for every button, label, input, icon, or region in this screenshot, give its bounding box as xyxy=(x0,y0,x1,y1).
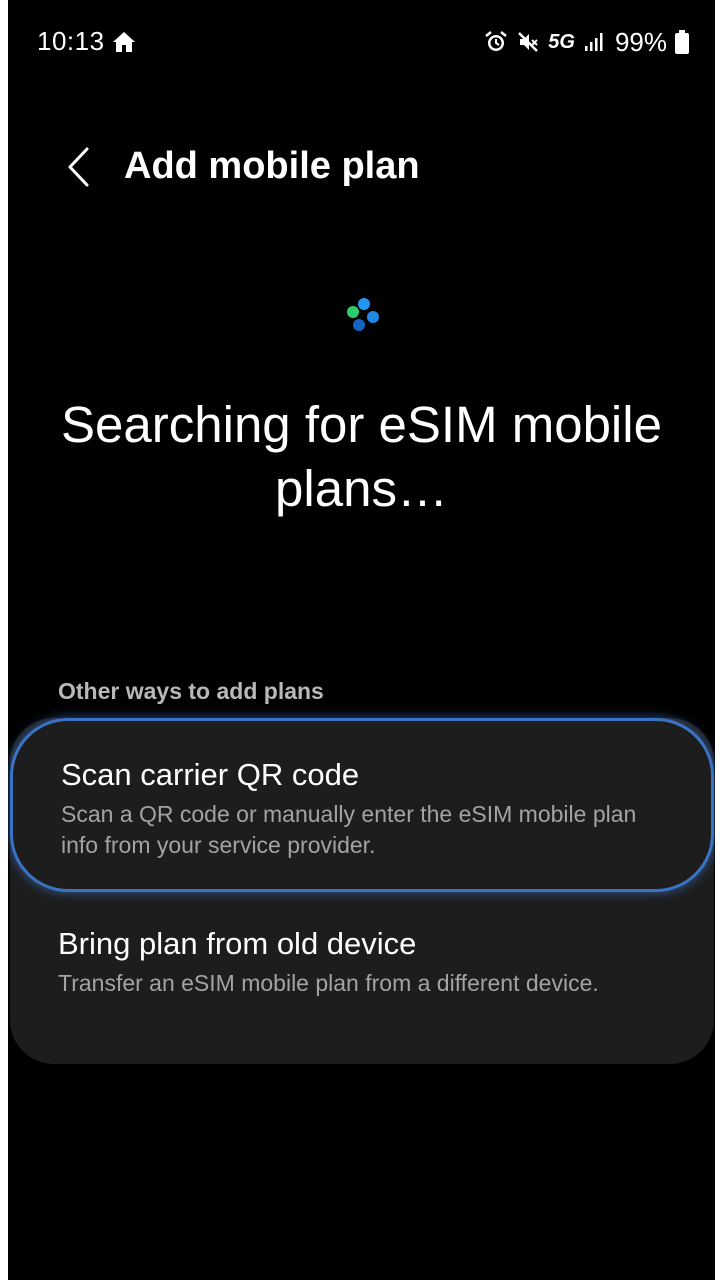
option-title: Scan carrier QR code xyxy=(61,757,360,792)
back-button[interactable] xyxy=(54,140,102,198)
alarm-icon xyxy=(484,30,508,54)
signal-icon xyxy=(583,31,607,53)
searching-headline: Searching for eSIM mobile plans… xyxy=(61,396,662,517)
option-description: Transfer an eSIM mobile plan from a diff… xyxy=(58,970,599,996)
bring-plan-option[interactable]: Bring plan from old device Transfer an e… xyxy=(10,924,714,1064)
options-card: Scan carrier QR code Scan a QR code or m… xyxy=(10,718,714,1064)
page-title: Add mobile plan xyxy=(124,145,420,187)
network-label: 5G xyxy=(548,30,575,53)
spinner-dot xyxy=(347,306,359,318)
option-title: Bring plan from old device xyxy=(58,926,417,961)
home-icon xyxy=(112,30,136,54)
option-description: Scan a QR code or manually enter the eSI… xyxy=(61,801,637,858)
status-bar: 10:13 5G 99% xyxy=(8,0,715,84)
loading-spinner-icon xyxy=(338,292,386,340)
battery-percent: 99% xyxy=(614,26,667,57)
battery-icon xyxy=(675,30,689,54)
spinner-dot xyxy=(358,298,370,310)
status-icons: 5G 99% xyxy=(484,26,689,58)
scan-qr-code-option[interactable]: Scan carrier QR code Scan a QR code or m… xyxy=(10,718,714,892)
status-time: 10:13 xyxy=(37,26,105,56)
spinner-dot xyxy=(353,319,365,331)
spinner-dot xyxy=(367,311,379,323)
screen: 10:13 5G 99% Add mobile plan Searching f… xyxy=(8,0,715,1280)
mute-icon xyxy=(516,30,540,54)
section-label: Other ways to add plans xyxy=(58,678,324,704)
chevron-left-icon xyxy=(65,146,91,193)
